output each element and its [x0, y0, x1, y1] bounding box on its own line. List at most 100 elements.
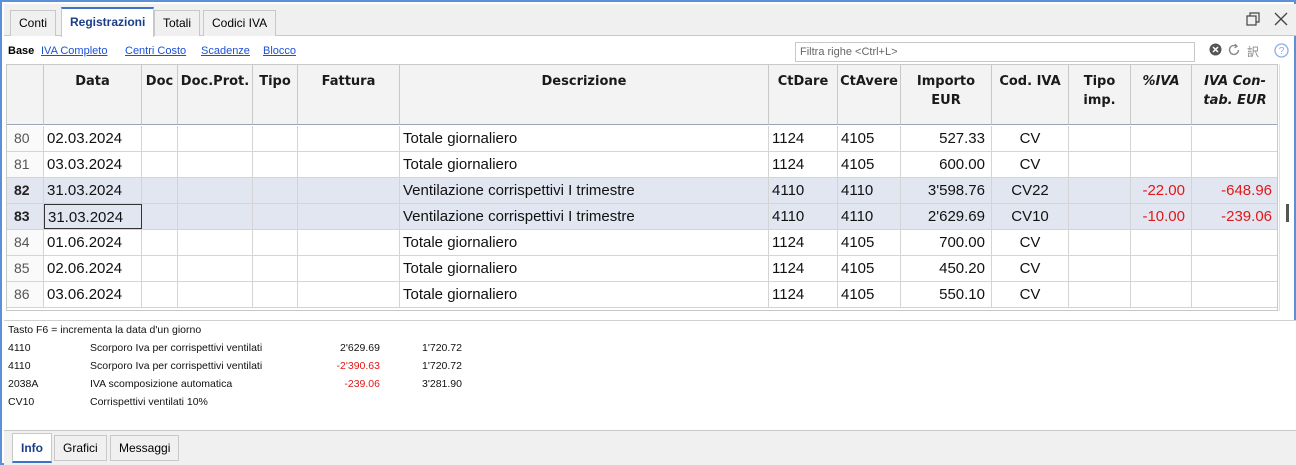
- cell-fattura[interactable]: [298, 178, 400, 203]
- cell-descrizione[interactable]: Totale giornaliero: [400, 256, 769, 281]
- cell-descrizione[interactable]: Totale giornaliero: [400, 282, 769, 307]
- cell-ctavere[interactable]: 4105: [838, 256, 901, 281]
- header-cod-iva[interactable]: Cod. IVA: [992, 65, 1069, 125]
- refresh-icon[interactable]: [1225, 43, 1243, 61]
- cell-fattura[interactable]: [298, 126, 400, 151]
- view-base[interactable]: Base: [8, 45, 34, 57]
- cell-fattura[interactable]: [298, 282, 400, 307]
- cell-perc-iva[interactable]: [1131, 256, 1192, 281]
- cell-descrizione[interactable]: Ventilazione corrispettivi I trimestre: [400, 178, 769, 203]
- tab-conti[interactable]: Conti: [10, 10, 57, 36]
- cell-ctavere[interactable]: 4105: [838, 230, 901, 255]
- cell-descrizione[interactable]: Totale giornaliero: [400, 126, 769, 151]
- cell-doc-prot[interactable]: [178, 126, 253, 151]
- cell-doc-prot[interactable]: [178, 230, 253, 255]
- restore-window-icon[interactable]: [1244, 12, 1262, 30]
- cell-importo[interactable]: 527.33: [901, 126, 992, 151]
- cell-cod-iva[interactable]: CV: [992, 256, 1069, 281]
- cell-fattura[interactable]: [298, 204, 400, 229]
- translate-icon[interactable]: 訳: [1244, 43, 1262, 61]
- cell-tipo-imp[interactable]: [1069, 152, 1131, 177]
- tab-messaggi[interactable]: Messaggi: [110, 435, 180, 461]
- cell-doc[interactable]: [142, 178, 178, 203]
- cell-doc-prot[interactable]: [178, 282, 253, 307]
- cell-data[interactable]: 31.03.2024: [44, 178, 142, 203]
- cell-perc-iva[interactable]: [1131, 230, 1192, 255]
- cell-ctdare[interactable]: 1124: [769, 256, 838, 281]
- cell-fattura[interactable]: [298, 256, 400, 281]
- cell-tipo[interactable]: [253, 126, 298, 151]
- cell-tipo[interactable]: [253, 282, 298, 307]
- header-iva-contab[interactable]: IVA Con- tab. EUR: [1192, 65, 1277, 125]
- cell-data[interactable]: 31.03.2024: [44, 204, 142, 229]
- table-row[interactable]: 81 03.03.2024 Totale giornaliero 1124 4105 60…: [7, 152, 1277, 178]
- view-centri-costo[interactable]: Centri Costo: [125, 45, 186, 57]
- filter-input[interactable]: Filtra righe <Ctrl+L>: [795, 42, 1195, 62]
- cell-fattura[interactable]: [298, 230, 400, 255]
- table-row[interactable]: 82 31.03.2024 Ventilazione corrispettivi I…: [7, 178, 1277, 204]
- cell-tipo[interactable]: [253, 230, 298, 255]
- cell-importo[interactable]: 450.20: [901, 256, 992, 281]
- cell-iva-contab[interactable]: -239.06: [1192, 204, 1277, 229]
- header-doc-prot[interactable]: Doc.Prot.: [178, 65, 253, 125]
- cell-iva-contab[interactable]: -648.96: [1192, 178, 1277, 203]
- header-ctdare[interactable]: CtDare: [769, 65, 838, 125]
- cell-doc[interactable]: [142, 152, 178, 177]
- cell-cod-iva[interactable]: CV10: [992, 204, 1069, 229]
- cell-ctavere[interactable]: 4105: [838, 126, 901, 151]
- clear-filter-icon[interactable]: [1206, 43, 1224, 61]
- cell-data[interactable]: 03.03.2024: [44, 152, 142, 177]
- header-tipo[interactable]: Tipo: [253, 65, 298, 125]
- cell-ctdare[interactable]: 4110: [769, 178, 838, 203]
- cell-data[interactable]: 03.06.2024: [44, 282, 142, 307]
- cell-descrizione[interactable]: Totale giornaliero: [400, 152, 769, 177]
- cell-cod-iva[interactable]: CV: [992, 282, 1069, 307]
- cell-tipo-imp[interactable]: [1069, 282, 1131, 307]
- table-row[interactable]: 84 01.06.2024 Totale giornaliero 1124 4105 70…: [7, 230, 1277, 256]
- cell-tipo[interactable]: [253, 178, 298, 203]
- table-row[interactable]: 86 03.06.2024 Totale giornaliero 1124 4105 55…: [7, 282, 1277, 308]
- cell-doc-prot[interactable]: [178, 152, 253, 177]
- cell-importo[interactable]: 2'629.69: [901, 204, 992, 229]
- cell-data[interactable]: 02.06.2024: [44, 256, 142, 281]
- cell-doc-prot[interactable]: [178, 256, 253, 281]
- cell-doc[interactable]: [142, 282, 178, 307]
- cell-iva-contab[interactable]: [1192, 282, 1277, 307]
- cell-data[interactable]: 01.06.2024: [44, 230, 142, 255]
- cell-ctavere[interactable]: 4105: [838, 152, 901, 177]
- cell-iva-contab[interactable]: [1192, 152, 1277, 177]
- cell-tipo[interactable]: [253, 152, 298, 177]
- cell-perc-iva[interactable]: -22.00: [1131, 178, 1192, 203]
- cell-tipo[interactable]: [253, 256, 298, 281]
- cell-ctdare[interactable]: 1124: [769, 282, 838, 307]
- cell-iva-contab[interactable]: [1192, 256, 1277, 281]
- cell-descrizione[interactable]: Totale giornaliero: [400, 230, 769, 255]
- header-ctavere[interactable]: CtAvere: [838, 65, 901, 125]
- cell-importo[interactable]: 3'598.76: [901, 178, 992, 203]
- cell-tipo-imp[interactable]: [1069, 256, 1131, 281]
- cell-ctdare[interactable]: 1124: [769, 230, 838, 255]
- table-row[interactable]: 85 02.06.2024 Totale giornaliero 1124 4105 45…: [7, 256, 1277, 282]
- header-perc-iva[interactable]: %IVA: [1131, 65, 1192, 125]
- vertical-scrollbar[interactable]: [1279, 64, 1294, 311]
- header-tipo-imp[interactable]: Tipo imp.: [1069, 65, 1131, 125]
- cell-doc[interactable]: [142, 126, 178, 151]
- cell-tipo-imp[interactable]: [1069, 178, 1131, 203]
- cell-iva-contab[interactable]: [1192, 126, 1277, 151]
- tab-grafici[interactable]: Grafici: [54, 435, 107, 461]
- cell-ctavere[interactable]: 4105: [838, 282, 901, 307]
- cell-tipo-imp[interactable]: [1069, 126, 1131, 151]
- cell-importo[interactable]: 600.00: [901, 152, 992, 177]
- cell-ctavere[interactable]: 4110: [838, 204, 901, 229]
- view-blocco[interactable]: Blocco: [263, 45, 296, 57]
- header-doc[interactable]: Doc: [142, 65, 178, 125]
- cell-perc-iva[interactable]: -10.00: [1131, 204, 1192, 229]
- close-icon[interactable]: [1272, 12, 1290, 30]
- cell-fattura[interactable]: [298, 152, 400, 177]
- header-data[interactable]: Data: [44, 65, 142, 125]
- cell-perc-iva[interactable]: [1131, 152, 1192, 177]
- cell-doc-prot[interactable]: [178, 204, 253, 229]
- cell-ctdare[interactable]: 1124: [769, 152, 838, 177]
- cell-cod-iva[interactable]: CV: [992, 230, 1069, 255]
- cell-tipo-imp[interactable]: [1069, 204, 1131, 229]
